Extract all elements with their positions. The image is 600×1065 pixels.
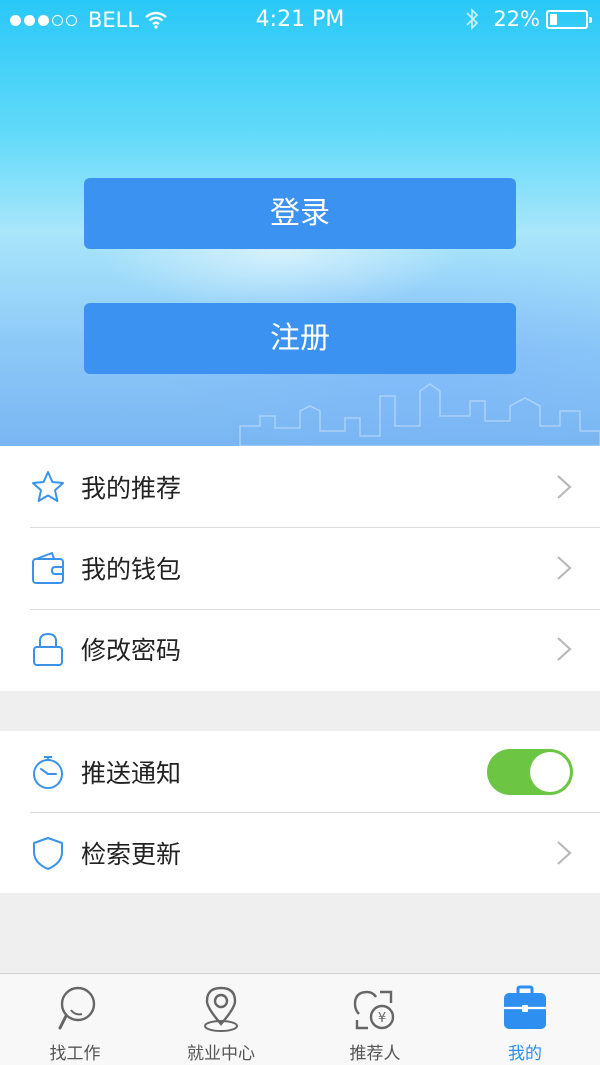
status-right: 22% — [465, 7, 592, 31]
location-pin-icon — [204, 986, 238, 1032]
chevron-right-icon — [557, 636, 572, 661]
tab-mine[interactable]: 我的 — [450, 974, 600, 1065]
battery-icon — [546, 9, 592, 29]
chevron-right-icon — [557, 840, 572, 865]
menu-item-label: 检索更新 — [81, 839, 182, 869]
chevron-right-icon — [557, 555, 572, 580]
menu-item-push-notifications: 推送通知 — [0, 731, 600, 812]
tab-label: 我的 — [508, 1044, 542, 1064]
svg-text:¥: ¥ — [378, 1011, 386, 1026]
register-button[interactable]: 注册 — [84, 303, 516, 374]
menu-group-settings: 推送通知 检索更新 — [0, 731, 600, 893]
tab-find-job[interactable]: 找工作 — [0, 974, 150, 1065]
bluetooth-icon — [466, 8, 479, 30]
referral-icon: ¥ — [353, 990, 395, 1030]
menu-item-check-updates[interactable]: 检索更新 — [0, 812, 600, 893]
login-button[interactable]: 登录 — [84, 178, 516, 249]
tab-label: 找工作 — [49, 1044, 101, 1064]
menu-item-change-password[interactable]: 修改密码 — [0, 608, 600, 689]
push-notifications-toggle[interactable] — [487, 748, 573, 795]
menu-item-label: 推送通知 — [81, 758, 182, 788]
star-icon — [32, 470, 64, 502]
menu-item-label: 我的钱包 — [81, 554, 182, 584]
tab-bar: 找工作 就业中心 ¥ 推荐人 我的 — [0, 973, 600, 1065]
tab-label: 就业中心 — [187, 1044, 255, 1064]
tab-referrer[interactable]: ¥ 推荐人 — [300, 974, 450, 1065]
menu-item-label: 我的推荐 — [81, 473, 182, 503]
magnifier-icon — [58, 986, 96, 1030]
battery-percent: 22% — [493, 7, 540, 31]
chevron-right-icon — [557, 474, 572, 499]
battery-level — [550, 13, 557, 25]
menu-item-label: 修改密码 — [81, 635, 182, 665]
battery-tip — [589, 16, 592, 23]
wallet-icon — [32, 551, 64, 584]
menu-item-my-recommendations[interactable]: 我的推荐 — [0, 446, 600, 527]
shield-icon — [33, 836, 63, 870]
toggle-knob — [530, 751, 570, 792]
briefcase-icon — [504, 985, 546, 1029]
tab-employment-center[interactable]: 就业中心 — [146, 974, 296, 1065]
stopwatch-icon — [33, 755, 63, 789]
menu-item-my-wallet[interactable]: 我的钱包 — [0, 527, 600, 608]
tab-label: 推荐人 — [349, 1044, 401, 1064]
lock-icon — [33, 632, 63, 666]
menu-group-account: 我的推荐 我的钱包 修改密码 — [0, 446, 600, 691]
status-bar: BELL 4:21 PM 22% — [0, 0, 600, 40]
